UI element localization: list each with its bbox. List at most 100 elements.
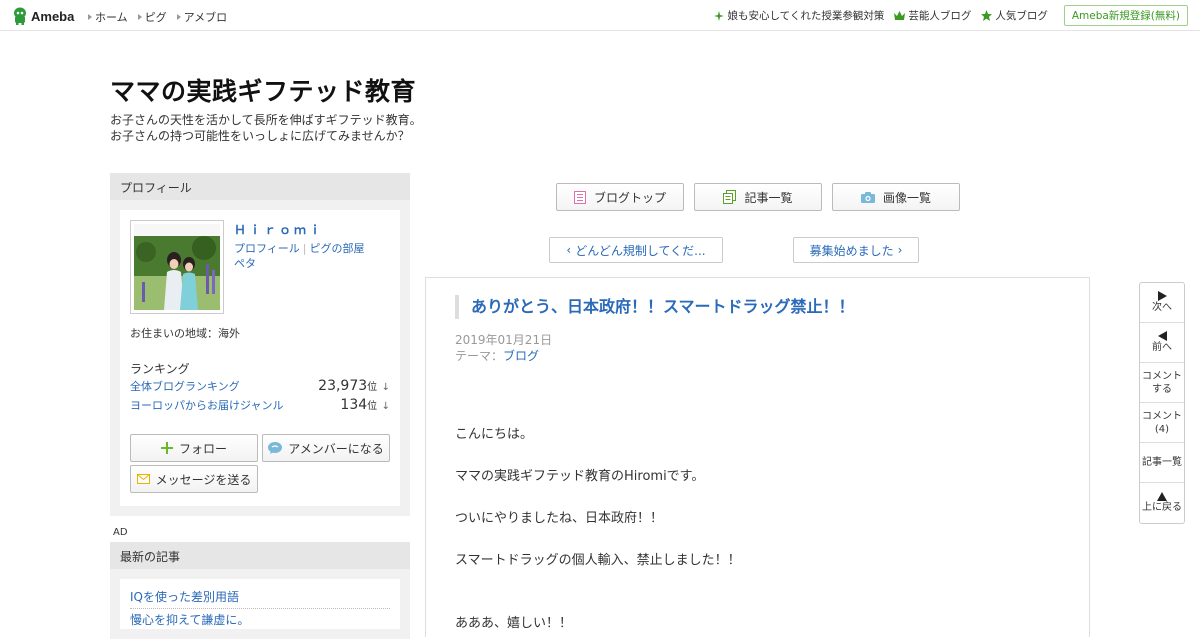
promo-label: 芸能人ブログ (908, 10, 972, 22)
article-theme: テーマ：ブログ (455, 347, 539, 364)
genre-ranking-link[interactable]: ヨーロッパからお届けジャンル (130, 397, 283, 413)
write-comment-label: する (1152, 383, 1172, 395)
comments-label: コメント (1142, 410, 1182, 422)
tab-image-list[interactable]: 画像一覧 (832, 183, 960, 211)
comments-button[interactable]: コメント (4) (1140, 403, 1184, 443)
next-article-link[interactable]: 募集始めました › (793, 237, 919, 263)
star-icon (981, 10, 993, 21)
plus-icon (160, 442, 173, 454)
document-icon (573, 190, 586, 204)
nav-home-label: ホーム (95, 11, 128, 24)
global-nav: ホーム ピグ アメブロ (88, 9, 227, 25)
chevron-right-icon: › (897, 243, 903, 257)
register-button[interactable]: Ameba新規登録(無料) (1063, 5, 1188, 26)
comments-count: (4) (1154, 423, 1170, 435)
chevron-left-icon: ‹ (566, 243, 572, 257)
profile-heading: プロフィール (110, 173, 410, 200)
recent-article-link[interactable]: 慢心を抑えて謙虚に。 (130, 611, 390, 631)
next-label: 次へ (1152, 302, 1172, 313)
amember-label: アメンバーになる (288, 441, 384, 456)
play-right-icon (1157, 291, 1167, 301)
pig-room-link[interactable]: ピグの部屋 (310, 242, 365, 255)
prev-article-link[interactable]: ‹ どんどん規制してくだ... (549, 237, 723, 263)
article-list-label: 記事一覧 (1142, 457, 1182, 468)
promo-label: 娘も安心してくれた授業参観対策 (727, 10, 885, 22)
article-paragraph: ママの実践ギフテッド教育のHiromiです。 (455, 469, 705, 484)
article-theme-link[interactable]: ブログ (503, 349, 539, 363)
article-paragraph: ついにやりましたね、日本政府！！ (455, 511, 664, 526)
sparkle-icon (714, 10, 725, 21)
crown-icon (894, 11, 906, 20)
send-message-button[interactable]: メッセージを送る (130, 465, 258, 493)
ranking-row: 全体ブログランキング 23,973位 ↓ (130, 378, 390, 394)
avatar[interactable] (130, 220, 224, 314)
back-to-top-label: 上に戻る (1142, 502, 1182, 513)
profile-name[interactable]: Ｈｉｒｏｍｉ (234, 221, 324, 238)
promo-link-celebrity-blog[interactable]: 芸能人ブログ (894, 8, 971, 23)
promo-link-class-visit[interactable]: 娘も安心してくれた授業参観対策 (714, 8, 884, 23)
nav-pig[interactable]: ピグ (137, 9, 167, 25)
article-date: 2019年01月21日 (455, 333, 553, 347)
tab-blog-top-label: ブログトップ (593, 190, 666, 205)
article-theme-label: テーマ： (455, 349, 504, 363)
article-paragraph: スマートドラッグの個人輸入、禁止しました！！ (455, 553, 741, 568)
back-to-top-button[interactable]: 上に戻る (1140, 483, 1184, 523)
ranking-row: ヨーロッパからお届けジャンル 134位 ↓ (130, 397, 390, 413)
play-left-icon (1157, 331, 1167, 341)
blog-description: お子さんの天性を活かして長所を伸ばすギフテッド教育。 お子さんの持つ可能性をいっ… (110, 112, 422, 144)
tab-image-list-label: 画像一覧 (882, 190, 931, 205)
follow-label: フォロー (178, 441, 227, 456)
ranking-value: 23,973位 ↓ (318, 378, 390, 394)
promo-label: 人気ブログ (995, 10, 1048, 22)
profile-box: Ｈｉｒｏｍｉ プロフィール | ピグの部屋 ペタ お住まいの地域：海外 ランキング … (110, 200, 410, 516)
profile-link[interactable]: プロフィール (234, 242, 300, 255)
blog-description-line: お子さんの天性を活かして長所を伸ばすギフテッド教育。 (110, 113, 422, 127)
top-navigation-bar: Ameba ホーム ピグ アメブロ 娘も安心してくれた授業参観対策 芸能人ブログ… (0, 0, 1200, 31)
nav-ameblo[interactable]: アメブロ (176, 9, 228, 25)
previous-button[interactable]: 前へ (1140, 323, 1184, 363)
promo-link-popular-blog[interactable]: 人気ブログ (981, 8, 1048, 23)
recent-articles-heading: 最新の記事 (110, 542, 410, 569)
article-paragraph: こんにちは。 (455, 427, 534, 442)
article-paragraph: あああ、嬉しい！！ (455, 616, 573, 631)
ad-label: AD (113, 527, 128, 538)
nav-home[interactable]: ホーム (88, 9, 128, 25)
tab-article-list[interactable]: 記事一覧 (694, 183, 822, 211)
article-list-button[interactable]: 記事一覧 (1140, 443, 1184, 483)
send-message-label: メッセージを送る (155, 472, 252, 487)
next-button[interactable]: 次へ (1140, 283, 1184, 323)
peta-link[interactable]: ペタ (234, 256, 365, 271)
ameba-mascot-icon (14, 7, 26, 25)
avatar-photo (134, 224, 220, 310)
write-comment-label: コメント (1142, 370, 1182, 382)
next-article-label: 募集始めました (809, 243, 894, 258)
nav-ameblo-label: アメブロ (183, 11, 228, 24)
ameba-logo[interactable]: Ameba (12, 6, 74, 26)
ranking-label: ランキング (130, 362, 190, 376)
ranking-arrow: ↓ (381, 382, 390, 393)
follow-button[interactable]: フォロー (130, 434, 258, 462)
article: ありがとう、日本政府！！スマートドラッグ禁止！！ 2019年01月21日 テーマ… (425, 277, 1090, 637)
recent-article-link[interactable]: IQを使った差別用語 (130, 588, 390, 609)
residence-text: お住まいの地域：海外 (130, 327, 240, 340)
floating-nav: 次へ 前へ コメント する コメント (4) 記事一覧 上に戻る (1139, 282, 1185, 524)
profile-card: Ｈｉｒｏｍｉ プロフィール | ピグの部屋 ペタ お住まいの地域：海外 ランキング … (120, 210, 400, 506)
overall-ranking-link[interactable]: 全体ブログランキング (130, 378, 240, 394)
arrow-right-icon (137, 14, 142, 20)
camera-icon (860, 191, 875, 203)
blog-title[interactable]: ママの実践ギフテッド教育 (110, 72, 416, 108)
blog-description-line: お子さんの持つ可能性をいっしょに広げてみませんか？ (110, 129, 410, 143)
documents-icon (723, 190, 737, 204)
amember-button[interactable]: アメンバーになる (262, 434, 390, 462)
prev-article-label: どんどん規制してくだ... (575, 243, 706, 258)
avatar-image (134, 224, 220, 310)
tab-blog-top[interactable]: ブログトップ (556, 183, 684, 211)
triangle-up-icon (1157, 492, 1167, 501)
article-title[interactable]: ありがとう、日本政府！！スマートドラッグ禁止！！ (455, 295, 855, 319)
write-comment-button[interactable]: コメント する (1140, 363, 1184, 403)
chat-bubble-icon (268, 442, 283, 454)
ranking-unit: 位 (367, 382, 378, 393)
ranking-arrow: ↓ (381, 401, 390, 412)
ranking-value: 134位 ↓ (340, 397, 390, 413)
nav-pig-label: ピグ (144, 11, 167, 24)
